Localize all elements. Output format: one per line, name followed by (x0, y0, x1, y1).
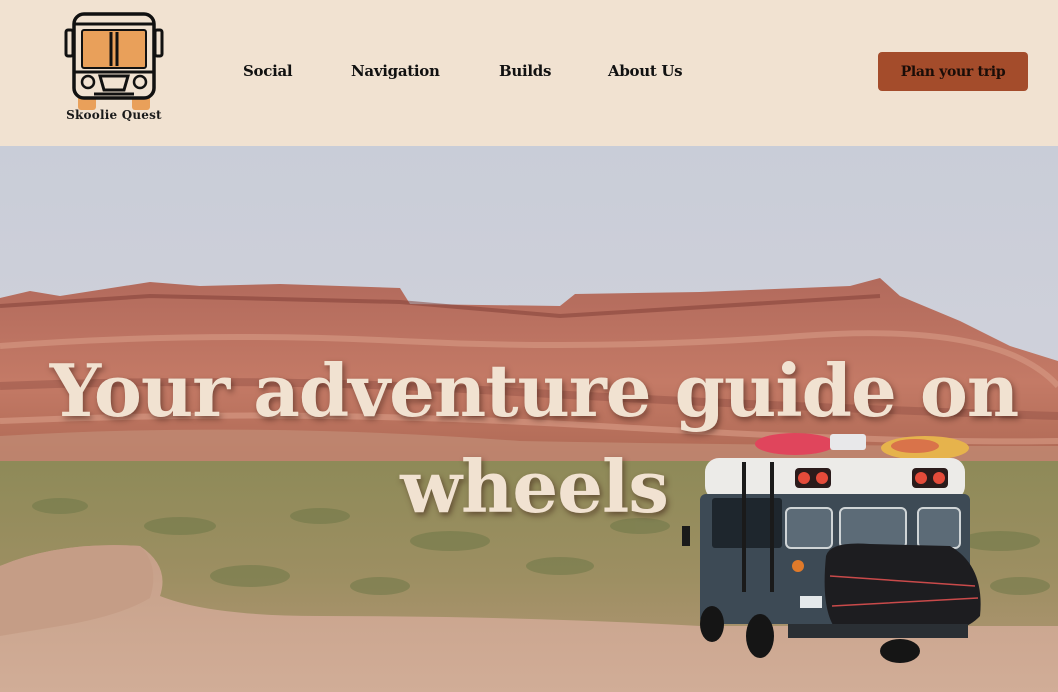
plan-your-trip-button[interactable]: Plan your trip (878, 52, 1028, 91)
nav-item-navigation[interactable]: Navigation (351, 62, 440, 80)
site-header: Skoolie Quest Social Navigation Builds A… (0, 0, 1058, 146)
school-bus-icon (64, 12, 164, 110)
site-logo[interactable]: Skoolie Quest (58, 10, 170, 128)
hero-title: Your adventure guide on wheels (49, 348, 1020, 529)
nav-item-about-us[interactable]: About Us (608, 62, 683, 80)
nav-item-social[interactable]: Social (243, 62, 293, 80)
nav-item-builds[interactable]: Builds (499, 62, 551, 80)
brand-name: Skoolie Quest (66, 108, 162, 122)
hero-section: Your adventure guide on wheels (0, 146, 1058, 692)
